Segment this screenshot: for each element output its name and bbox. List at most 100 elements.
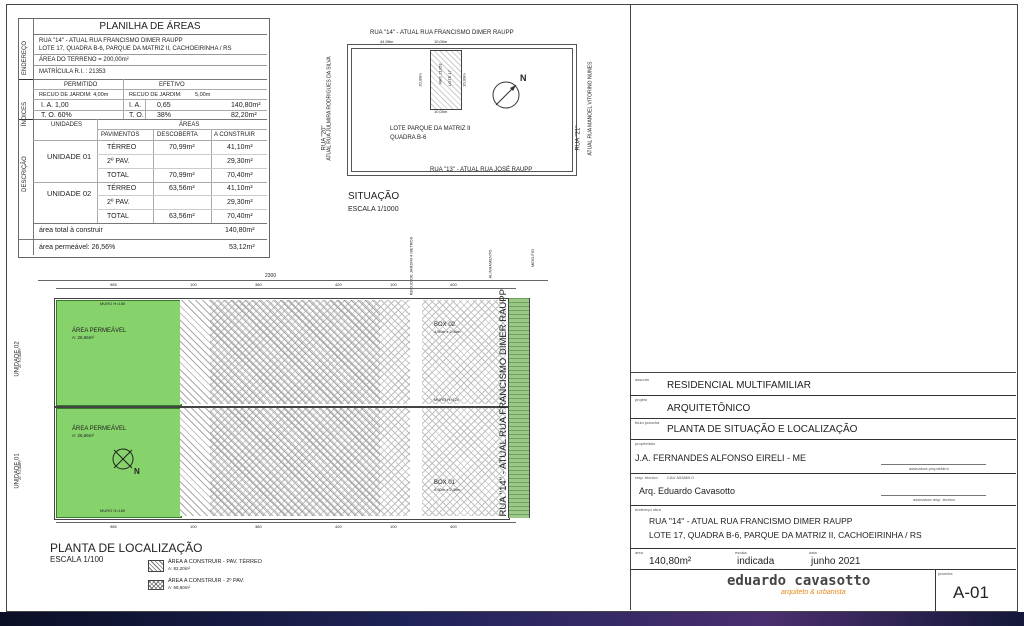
areas-table-title: PLANILHA DE ÁREAS — [99, 21, 201, 32]
situacao-dim-back: 10,00m — [434, 109, 448, 114]
box-01-area — [422, 408, 506, 516]
data: junho 2021 — [811, 556, 861, 567]
ia-permitido: I. A. 1,00 — [41, 102, 69, 109]
unit-01-name: UNIDADE 01 — [47, 152, 92, 161]
legend-terreo-label: ÁREA A CONSTRUIR - PAV. TÉRREO — [168, 559, 262, 565]
areas-table: ENDEREÇO ÍNDICES DESCRIÇÃO PLANILHA DE Á… — [18, 18, 270, 258]
permeavel-label: área permeável: 26,56% — [39, 244, 116, 251]
endereco-1: RUA "14" - ATUAL RUA FRANCISMO DIMER RAU… — [649, 516, 853, 526]
legend-terreo-area: A: 82,20m² — [168, 566, 191, 571]
lot-label-2: LOTE 17 — [447, 69, 453, 87]
situacao-street-right-2: ATUAL RUA MANOEL VITORINO NUNES — [587, 61, 594, 156]
logo-name: eduardo cavasotto — [727, 573, 871, 589]
unit-01-side-area: A: 70,40m² — [16, 460, 22, 480]
localizacao-north: N — [134, 467, 140, 476]
to-permitido: T. O. 60% — [41, 112, 72, 119]
prancha: A-01 — [953, 583, 989, 602]
escala: indicada — [737, 556, 775, 567]
meio-fio-label: MEIO-FIO — [530, 248, 536, 268]
localizacao-scale: ESCALA 1/100 — [50, 555, 104, 564]
screen-bottom-bar — [0, 612, 1024, 626]
box-02-dims: 4,50m x 2,40m — [434, 329, 461, 334]
lbl-area: área — [635, 550, 644, 555]
land-area: ÁREA DO TERRENO = 200,00m² — [39, 57, 129, 63]
header-descoberta: DESCOBERTA — [157, 132, 198, 138]
muro-mid: MURO H=120 — [434, 397, 460, 402]
unit-02-total: TOTAL — [107, 213, 129, 220]
recuo-jardim-label: RECUO DE JARDIM 4 METROS — [408, 236, 414, 296]
ia-efetivo: 0,65 — [157, 102, 171, 109]
sidewalk-strip — [508, 298, 530, 518]
projeto: ARQUITETÔNICO — [667, 403, 751, 414]
to-efetivo: 38% — [157, 112, 172, 119]
lbl-proprietario: proprietário — [635, 441, 656, 446]
cau-number: CAU A53869-0 — [667, 475, 694, 480]
top-dim-2: 100 — [190, 282, 197, 287]
bottom-dim-5: 100 — [390, 524, 397, 529]
situacao-block: RUA "14" - ATUAL RUA FRANCISMO DIMER RAU… — [321, 20, 620, 220]
situacao-street-right-1: RUA "21" — [575, 125, 582, 151]
lot-name-1: LOTE PARQUE DA MATRIZ II — [390, 126, 471, 132]
unit-02-name: UNIDADE 02 — [47, 189, 92, 198]
unit-01-total-desc: 70,99m² — [169, 172, 195, 179]
bottom-dim-6: 400 — [450, 524, 457, 529]
situacao-dim-side-l: 20,00m — [417, 73, 423, 87]
unit-02-terreo: TÉRREO — [107, 185, 137, 192]
muro-02-top: MURO H=180 — [100, 301, 126, 306]
header-areas: ÁREAS — [179, 122, 200, 128]
legend-2pav-area: A: 58,60m² — [168, 585, 191, 590]
indices-efetivo: EFETIVO — [159, 82, 185, 88]
lbl-projeto: projeto — [635, 397, 648, 402]
ia-area: 140,80m² — [231, 102, 261, 109]
north-arrow-icon — [112, 448, 134, 470]
assinatura-proprietario: assinatura proprietário — [909, 466, 949, 471]
top-dim-6: 400 — [450, 282, 457, 287]
perm-area-02-value: A: 26,56m² — [72, 335, 95, 340]
bottom-dim-3: 380 — [255, 524, 262, 529]
muro-01-bottom: MURO H=180 — [100, 508, 126, 513]
unit-01-terreo-desc: 70,99m² — [169, 144, 195, 151]
recuo-permitido: RECUO DE JARDIM: 4,00m — [39, 92, 109, 98]
unit-02-2pav-constr: 29,30m² — [227, 199, 253, 206]
box-02-area — [422, 300, 506, 404]
area: 140,80m² — [649, 556, 692, 567]
situacao-dim-side-r: 20,00m — [461, 73, 467, 87]
top-dim-5: 100 — [390, 282, 397, 287]
lbl-titulo: título prancha — [635, 420, 660, 425]
top-dim-4: 420 — [335, 282, 342, 287]
indices-permitido: PERMITIDO — [64, 82, 98, 88]
situacao-street-top: RUA "14" - ATUAL RUA FRANCISMO DIMER RAU… — [370, 30, 514, 36]
address-line-2: LOTE 17, QUADRA B-6, PARQUE DA MATRIZ II… — [39, 46, 232, 52]
registration: MATRÍCULA R.I. : 21353 — [39, 69, 106, 75]
assinatura-resp: assinatura resp. técnico — [913, 497, 956, 502]
side-label-indices: ÍNDICES — [22, 101, 28, 127]
resp-tecnico: Arq. Eduardo Cavasotto — [639, 486, 736, 496]
assunto: RESIDENCIAL MULTIFAMILIAR — [667, 380, 811, 391]
localizacao-title: PLANTA DE LOCALIZAÇÃO — [50, 541, 203, 555]
bottom-dim-1: 985 — [110, 524, 117, 529]
situacao-north: N — [520, 73, 527, 83]
perm-area-01-value: A: 26,56m² — [72, 433, 95, 438]
unit-01-2pav-constr: 29,30m² — [227, 158, 253, 165]
perm-label-02: ÁREA PERMEÁVEL — [72, 328, 127, 334]
unit-01-terreo: TÉRREO — [107, 144, 137, 151]
unit-02-total-desc: 63,56m² — [169, 213, 195, 220]
unit-02-2pav: 2º PAV. — [107, 199, 130, 206]
legend-2pav-label: ÁREA A CONSTRUIR - 2º PAV. — [168, 578, 245, 584]
recuo-efetivo: RECUO DE JARDIM: — [129, 92, 182, 98]
address-line-1: RUA "14" - ATUAL RUA FRANCISMO DIMER RAU… — [39, 38, 183, 44]
box-01-label: BOX 01 — [434, 480, 456, 486]
side-label-endereco: ENDEREÇO — [22, 41, 28, 76]
perm-label-01: ÁREA PERMEÁVEL — [72, 426, 127, 432]
header-unidades: UNIDADES — [51, 122, 83, 128]
title-block: assunto RESIDENCIAL MULTIFAMILIAR projet… — [631, 372, 1016, 611]
legend-2pav-swatch — [148, 580, 164, 590]
proprietario: J.A. FERNANDES ALFONSO EIRELI - ME — [635, 453, 807, 463]
second-floor-01 — [210, 408, 410, 516]
to-label: T. O. — [129, 112, 144, 119]
bottom-dim-2: 100 — [190, 524, 197, 529]
logo-subtitle: arquiteto & urbanista — [781, 589, 846, 596]
box-02-label: BOX 02 — [434, 322, 456, 328]
situacao-scale: ESCALA 1/1000 — [348, 206, 399, 213]
permeavel-value: 53,12m² — [229, 244, 255, 251]
